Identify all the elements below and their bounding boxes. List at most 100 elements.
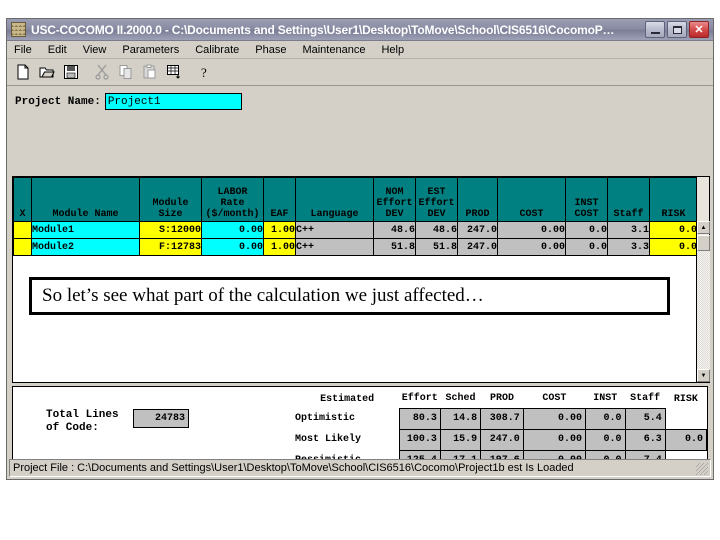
- cell-x[interactable]: [13, 221, 32, 239]
- menu-label: Phase: [255, 43, 287, 56]
- menu-item-view[interactable]: View: [82, 44, 115, 56]
- hdr-l3: COST: [574, 209, 599, 220]
- status-bar-text: Project File : C:\Documents and Settings…: [13, 462, 574, 474]
- calculate-button[interactable]: [162, 61, 185, 83]
- col-header-inst-cost[interactable]: INST COST: [565, 177, 608, 222]
- cell-labor-rate[interactable]: 0.00: [201, 238, 264, 256]
- col-header-language[interactable]: Language: [295, 177, 374, 222]
- open-button[interactable]: [35, 61, 58, 83]
- hdr-l3: RISK: [661, 209, 686, 220]
- paste-button[interactable]: [138, 61, 161, 83]
- minimize-icon: [651, 32, 660, 34]
- minimize-button[interactable]: [645, 21, 665, 38]
- close-button[interactable]: ✕: [689, 21, 709, 38]
- new-icon: [17, 64, 28, 80]
- cell-language[interactable]: C++: [295, 221, 374, 239]
- est-risk: 0.0: [664, 428, 708, 451]
- scroll-up-arrow-icon[interactable]: ▲: [697, 221, 710, 234]
- hdr-l2: Effort: [376, 198, 413, 209]
- cell-cost: 0.00: [497, 238, 566, 256]
- cell-risk: 0.0: [649, 221, 698, 239]
- application-window: USC-COCOMO II.2000.0 - C:\Documents and …: [6, 18, 714, 480]
- menu-label: Maintenance: [302, 43, 366, 56]
- hdr-l3: EAF: [270, 209, 289, 220]
- new-button[interactable]: [11, 61, 34, 83]
- menu-item-parameters[interactable]: Parameters: [121, 44, 187, 56]
- grid-vertical-scrollbar[interactable]: ▲ ▼: [696, 177, 710, 382]
- scrollbar-thumb[interactable]: [697, 235, 710, 251]
- project-name-label: Project Name:: [15, 95, 101, 108]
- hdr-l3: PROD: [465, 209, 490, 220]
- estimates-row-most-likely: Most Likely 100.3 15.9 247.0 0.00 0.0 6.…: [295, 428, 708, 451]
- cell-module-name[interactable]: Module2: [31, 238, 140, 256]
- cell-x[interactable]: [13, 238, 32, 256]
- est-col-inst: INST: [585, 390, 625, 408]
- col-header-eaf[interactable]: EAF: [263, 177, 296, 222]
- module-table: X Module Name Module Size LABOR Rate ($/mon…: [13, 177, 698, 256]
- hdr-l2: Effort: [418, 198, 455, 209]
- menu-item-maintenance[interactable]: Maintenance: [301, 44, 373, 56]
- svg-text:?: ?: [201, 65, 207, 80]
- cell-eaf[interactable]: 1.00: [263, 221, 296, 239]
- col-header-module-size[interactable]: Module Size: [139, 177, 202, 222]
- cell-labor-rate[interactable]: 0.00: [201, 221, 264, 239]
- col-header-module-name[interactable]: Module Name: [31, 177, 140, 222]
- est-col-sched: Sched: [440, 390, 481, 408]
- menu-item-phase[interactable]: Phase: [254, 44, 294, 56]
- est-sched: 14.8: [439, 407, 482, 430]
- scroll-down-arrow-icon[interactable]: ▼: [697, 369, 710, 382]
- cell-inst-cost: 0.0: [565, 221, 608, 239]
- col-header-labor-rate[interactable]: LABOR Rate ($/month): [201, 177, 264, 222]
- cut-button[interactable]: [90, 61, 113, 83]
- menu-label: Help: [381, 43, 405, 56]
- hdr-l3: Language: [310, 209, 359, 220]
- hdr-l3: Size: [158, 209, 183, 220]
- save-button[interactable]: [59, 61, 82, 83]
- cell-staff: 3.3: [607, 238, 650, 256]
- tloc-line2: of Code:: [46, 422, 99, 434]
- cell-module-size[interactable]: F:12783: [139, 238, 202, 256]
- caption-text: So let’s see what part of the calculatio…: [42, 285, 484, 306]
- col-header-risk[interactable]: RISK: [649, 177, 698, 222]
- col-header-cost[interactable]: COST: [497, 177, 566, 222]
- cell-module-size[interactable]: S:12000: [139, 221, 202, 239]
- est-staff: 5.4: [624, 407, 666, 430]
- col-header-est-effort-dev[interactable]: EST Effort DEV: [415, 177, 458, 222]
- caption-overlay: So let’s see what part of the calculatio…: [29, 277, 670, 315]
- hdr-l3: X: [19, 209, 26, 220]
- est-col-risk: RISK: [665, 390, 707, 408]
- copy-button[interactable]: [114, 61, 137, 83]
- scrollbar-track[interactable]: [697, 251, 710, 369]
- resize-grip-icon[interactable]: [696, 463, 708, 475]
- cell-staff: 3.1: [607, 221, 650, 239]
- col-header-prod[interactable]: PROD: [457, 177, 498, 222]
- menu-item-file[interactable]: File: [13, 44, 40, 56]
- help-icon: ?: [201, 65, 207, 80]
- est-col-cost: COST: [523, 390, 586, 408]
- est-risk: [665, 408, 707, 429]
- help-button[interactable]: ?: [193, 61, 216, 83]
- cell-risk: 0.0: [649, 238, 698, 256]
- menu-item-help[interactable]: Help: [380, 44, 412, 56]
- table-row[interactable]: Module2 F:12783 0.00 1.00 C++ 51.8 51.8 …: [13, 238, 698, 256]
- col-header-x[interactable]: X: [13, 177, 32, 222]
- maximize-button[interactable]: [667, 21, 687, 38]
- estimates-row-optimistic: Optimistic 80.3 14.8 308.7 0.00 0.0 5.4: [295, 407, 707, 430]
- cell-module-name[interactable]: Module1: [31, 221, 140, 239]
- menu-item-calibrate[interactable]: Calibrate: [194, 44, 247, 56]
- project-name-input[interactable]: Project1: [104, 93, 242, 110]
- hdr-l2: Rate: [220, 198, 245, 209]
- cell-language[interactable]: C++: [295, 238, 374, 256]
- calculate-icon: [166, 65, 180, 79]
- grid-header-row: X Module Name Module Size LABOR Rate ($/mon…: [13, 177, 698, 222]
- table-row[interactable]: Module1 S:12000 0.00 1.00 C++ 48.6 48.6 …: [13, 221, 698, 239]
- menu-label: Calibrate: [195, 43, 240, 56]
- menu-item-edit[interactable]: Edit: [47, 44, 75, 56]
- col-header-nom-effort-dev[interactable]: NOM Effort DEV: [373, 177, 416, 222]
- cell-prod: 247.0: [457, 221, 498, 239]
- project-name-row: Project Name: Project1: [15, 93, 242, 110]
- hdr-l1: LABOR: [217, 187, 248, 198]
- total-lines-of-code-value: 24783: [133, 409, 189, 428]
- cell-eaf[interactable]: 1.00: [263, 238, 296, 256]
- col-header-staff[interactable]: Staff: [607, 177, 650, 222]
